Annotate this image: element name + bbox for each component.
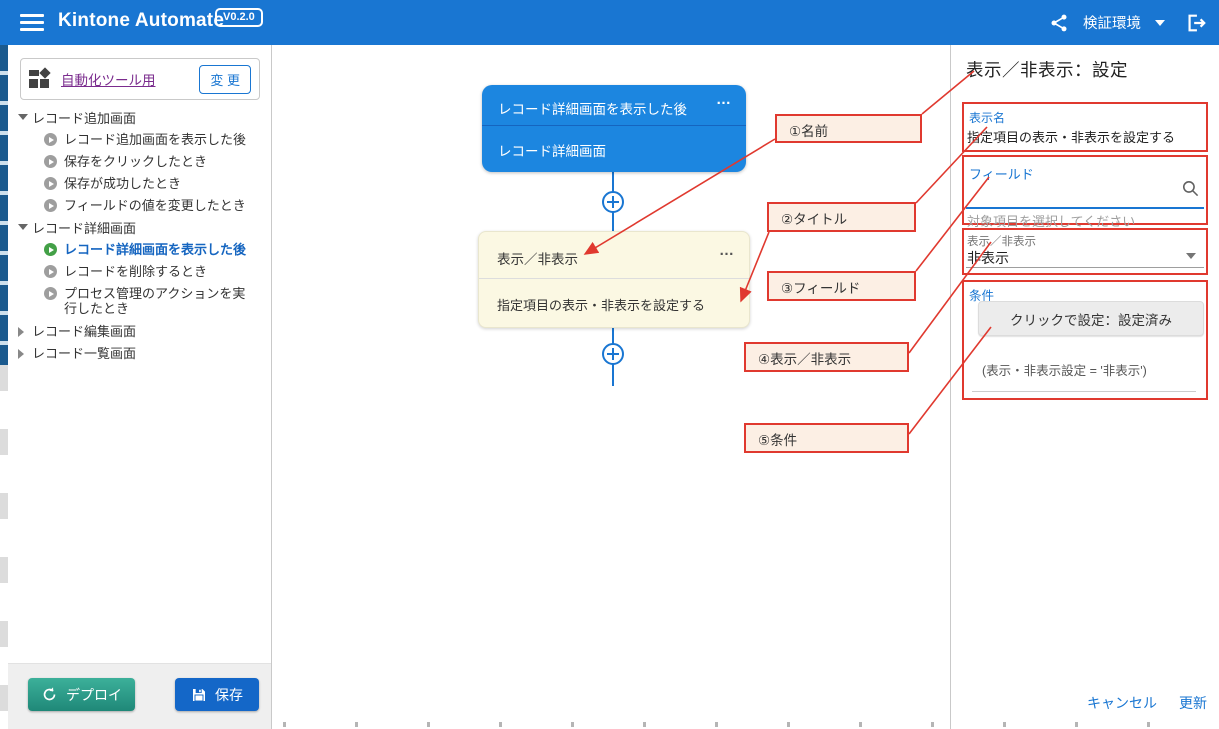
trigger-node-title: レコード詳細画面を表示した後 [498, 98, 687, 118]
play-circle-icon [44, 287, 57, 300]
visibility-underline [966, 267, 1204, 268]
environment-label[interactable]: 検証環境 [1083, 12, 1141, 33]
condition-set-button[interactable]: クリックで設定：設定済み [978, 301, 1204, 336]
tree-item-label: フィールドの値を変更したとき [64, 198, 246, 213]
header-bar: Kintone Automate V0.2.0 検証環境 [0, 0, 1219, 45]
logout-icon[interactable] [1185, 12, 1207, 34]
display-name-label: 表示名 [969, 109, 1005, 126]
tree-item-event[interactable]: フィールドの値を変更したとき [8, 195, 266, 217]
change-app-button[interactable]: 変 更 [199, 65, 251, 94]
trigger-node-subtitle: レコード詳細画面 [498, 140, 606, 160]
left-scroll-strip[interactable] [0, 45, 8, 365]
sidebar: 自動化ツール用 変 更 レコード追加画面 レコード追加画面を表示した後 保存をク… [8, 45, 272, 729]
sync-icon [41, 686, 58, 703]
app-title: Kintone Automate [58, 10, 224, 32]
display-name-field: 表示名 指定項目の表示・非表示を設定する [962, 102, 1208, 152]
select-caret-icon[interactable] [1186, 253, 1196, 259]
deploy-label: デプロイ [66, 685, 122, 705]
visibility-label: 表示／非表示 [967, 233, 1036, 249]
tree-item-event[interactable]: プロセス管理のアクションを実行したとき [8, 283, 266, 320]
save-label: 保存 [215, 685, 243, 705]
trigger-node-header: レコード詳細画面を表示した後 … [482, 85, 746, 126]
action-node-subtitle: 指定項目の表示・非表示を設定する [497, 295, 705, 314]
add-step-plus-icon[interactable] [602, 343, 624, 365]
condition-expression: (表示・非表示設定 = '非表示') [982, 360, 1147, 379]
tree-group-label: レコード詳細画面 [32, 221, 136, 236]
hamburger-menu-icon[interactable] [20, 14, 44, 31]
floppy-disk-icon [191, 687, 207, 703]
event-tree: レコード追加画面 レコード追加画面を表示した後 保存をクリックしたとき 保存が成… [8, 107, 272, 364]
app-selector-card: 自動化ツール用 変 更 [20, 58, 260, 100]
play-circle-icon [44, 177, 57, 190]
tree-item-label: プロセス管理のアクションを実行したとき [64, 286, 245, 316]
app-icon [29, 68, 51, 90]
update-link[interactable]: 更新 [1179, 693, 1207, 713]
tree-group-record-list[interactable]: レコード一覧画面 [8, 342, 272, 364]
tree-item-label: レコード追加画面を表示した後 [64, 132, 246, 147]
sidebar-footer: デプロイ 保存 [8, 663, 271, 729]
panel-title: 表示／非表示：設定 [966, 57, 1128, 82]
field-input-underline [966, 207, 1204, 209]
tree-group-record-add[interactable]: レコード追加画面 [8, 107, 272, 129]
tree-group-label: レコード追加画面 [32, 111, 136, 126]
field-label: フィールド [969, 164, 1034, 183]
tree-item-label: 保存をクリックしたとき [64, 154, 207, 169]
tree-group-record-edit[interactable]: レコード編集画面 [8, 320, 272, 342]
play-circle-icon [44, 155, 57, 168]
display-name-value[interactable]: 指定項目の表示・非表示を設定する [967, 127, 1175, 146]
annotation-visibility: ④表示／非表示 [744, 342, 909, 372]
condition-section: 条件 クリックで設定：設定済み (表示・非表示設定 = '非表示') [962, 280, 1208, 400]
play-circle-icon [44, 133, 57, 146]
visibility-value: 非表示 [967, 248, 1009, 268]
tree-group-record-detail[interactable]: レコード詳細画面 [8, 217, 272, 239]
left-scroll-strip-lower [0, 365, 8, 729]
tree-item-event[interactable]: 保存が成功したとき [8, 173, 266, 195]
trigger-node[interactable]: レコード詳細画面を表示した後 … レコード詳細画面 [482, 85, 746, 172]
triangle-collapsed-icon [18, 327, 24, 337]
annotation-name: ①名前 [775, 114, 922, 143]
annotation-condition: ⑤条件 [744, 423, 909, 453]
annotation-field: ③フィールド [767, 271, 916, 301]
action-node-header: 表示／非表示 … [479, 232, 749, 279]
cancel-link[interactable]: キャンセル [1087, 693, 1157, 713]
tree-group-label: レコード一覧画面 [32, 346, 136, 361]
settings-panel: 表示／非表示：設定 表示名 指定項目の表示・非表示を設定する フィールド 対象項… [950, 45, 1219, 729]
app-link[interactable]: 自動化ツール用 [61, 69, 199, 89]
save-button[interactable]: 保存 [175, 678, 259, 711]
version-badge: V0.2.0 [215, 8, 263, 27]
annotation-title: ②タイトル [767, 202, 916, 232]
visibility-select[interactable]: 表示／非表示 非表示 [962, 228, 1208, 275]
tree-item-event[interactable]: レコード追加画面を表示した後 [8, 129, 266, 151]
tree-item-label: レコードを削除するとき [64, 264, 207, 279]
play-circle-icon [44, 265, 57, 278]
tree-item-label: レコード詳細画面を表示した後 [64, 242, 246, 257]
tree-item-label: 保存が成功したとき [64, 176, 181, 191]
play-circle-icon [44, 199, 57, 212]
node-menu-icon[interactable]: … [719, 242, 735, 259]
triangle-expanded-icon [18, 224, 28, 230]
node-menu-icon[interactable]: … [716, 91, 732, 108]
condition-divider [972, 391, 1196, 392]
add-step-plus-icon[interactable] [602, 191, 624, 213]
tree-group-label: レコード編集画面 [32, 324, 136, 339]
action-node[interactable]: 表示／非表示 … 指定項目の表示・非表示を設定する [478, 231, 750, 328]
triangle-expanded-icon [18, 114, 28, 120]
share-icon[interactable] [1049, 13, 1069, 33]
field-search-field[interactable]: フィールド 対象項目を選択してください [962, 155, 1208, 225]
play-circle-icon-green [44, 243, 57, 256]
chevron-down-icon[interactable] [1155, 20, 1165, 26]
deploy-button[interactable]: デプロイ [28, 678, 135, 711]
tree-item-event-selected[interactable]: レコード詳細画面を表示した後 [8, 239, 266, 261]
tree-item-event[interactable]: レコードを削除するとき [8, 261, 266, 283]
triangle-collapsed-icon [18, 349, 24, 359]
tree-item-event[interactable]: 保存をクリックしたとき [8, 151, 266, 173]
search-icon[interactable] [1181, 179, 1200, 198]
action-node-title: 表示／非表示 [497, 248, 578, 268]
